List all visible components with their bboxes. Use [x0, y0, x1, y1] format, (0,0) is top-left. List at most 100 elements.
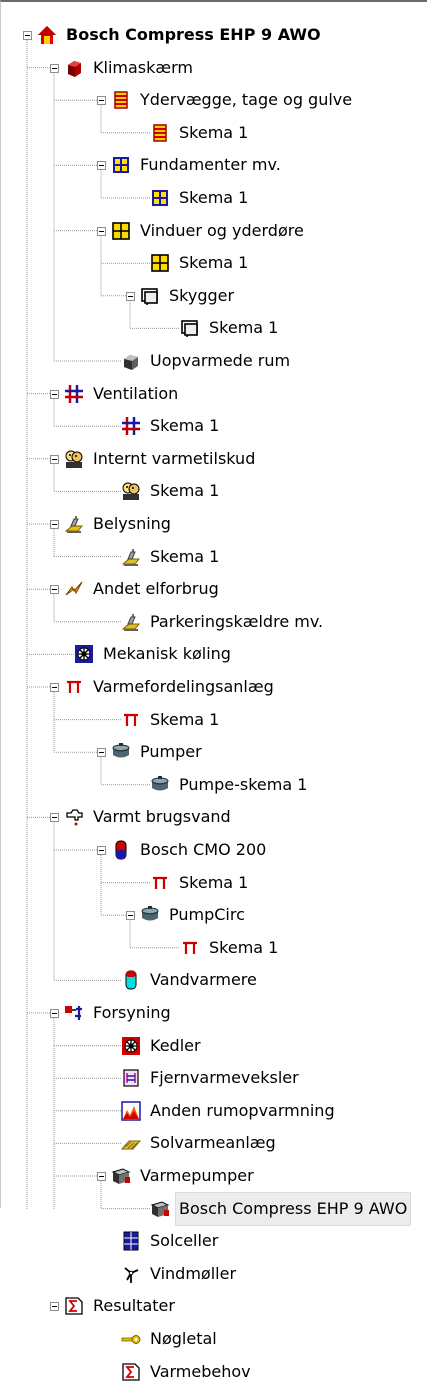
- tree-node-label[interactable]: Skema 1: [176, 247, 251, 279]
- collapse-toggle[interactable]: [50, 454, 59, 464]
- tree-node-varmefordelingsanlaeg[interactable]: Varmefordelingsanlæg: [1, 671, 427, 703]
- tree-node-label[interactable]: Skema 1: [147, 704, 222, 736]
- tree-node-label[interactable]: Klimaskærm: [90, 52, 196, 84]
- tree-node-label[interactable]: Nøgletal: [147, 1323, 220, 1355]
- tree-node-skema-1[interactable]: Skema 1: [1, 312, 427, 344]
- tree-node-parkeringskaeldre-mv[interactable]: Parkeringskældre mv.: [1, 606, 427, 638]
- collapse-toggle[interactable]: [50, 813, 59, 823]
- tree-node-label[interactable]: Skema 1: [147, 541, 222, 573]
- tree-node-bosch-compress-ehp-9-awo[interactable]: Bosch Compress EHP 9 AWO: [1, 1191, 427, 1226]
- tree-node-label[interactable]: Solvarmeanlæg: [147, 1127, 279, 1159]
- tree-node-label[interactable]: Bosch Compress EHP 9 AWO: [63, 19, 324, 51]
- tree-node-label[interactable]: Skema 1: [176, 867, 251, 899]
- collapse-toggle[interactable]: [97, 1172, 106, 1181]
- tree-node-bosch-cmo-200[interactable]: Bosch CMO 200: [1, 834, 427, 866]
- project-tree[interactable]: Bosch Compress EHP 9 AWO Klimaskærm Ydervæ…: [0, 0, 427, 1381]
- tree-node-skema-1[interactable]: Skema 1: [1, 247, 427, 279]
- tree-node-label[interactable]: Anden rumopvarmning: [147, 1095, 338, 1127]
- tree-node-varmepumper[interactable]: Varmepumper: [1, 1160, 427, 1192]
- collapse-toggle[interactable]: [97, 226, 106, 236]
- collapse-toggle[interactable]: [50, 520, 59, 529]
- tree-node-vinduer-og-yderdoere[interactable]: Vinduer og yderdøre: [1, 215, 427, 247]
- tree-node-label[interactable]: Parkeringskældre mv.: [147, 606, 326, 638]
- collapse-toggle[interactable]: [50, 389, 59, 399]
- tree-node-skema-1[interactable]: Skema 1: [1, 932, 427, 964]
- tree-node-skema-1[interactable]: Skema 1: [1, 182, 427, 214]
- collapse-toggle[interactable]: [23, 31, 32, 40]
- tree-node-skema-1[interactable]: Skema 1: [1, 475, 427, 507]
- tree-node-vindmoeller[interactable]: Vindmøller: [1, 1258, 427, 1290]
- tree-node-label[interactable]: Pumpe-skema 1: [176, 769, 310, 801]
- tree-node-label[interactable]: Varmt brugsvand: [90, 801, 234, 833]
- tree-node-ydervaegge-tage-og-gulve[interactable]: Ydervægge, tage og gulve: [1, 84, 427, 116]
- tree-node-fjernvarmeveksler[interactable]: Fjernvarmeveksler: [1, 1062, 427, 1094]
- collapse-toggle[interactable]: [97, 161, 106, 171]
- tree-node-label[interactable]: Forsyning: [90, 997, 174, 1029]
- tree-node-label[interactable]: Vindmøller: [147, 1258, 239, 1290]
- tree-node-skema-1[interactable]: Skema 1: [1, 541, 427, 573]
- tree-node-mekanisk-koeling[interactable]: Mekanisk køling: [1, 638, 427, 670]
- tree-node-label[interactable]: Uopvarmede rum: [147, 345, 293, 377]
- tree-node-varmebehov[interactable]: Varmebehov: [1, 1356, 427, 1388]
- tree-node-label[interactable]: Bosch CMO 200: [137, 834, 269, 866]
- tree-node-solceller[interactable]: Solceller: [1, 1225, 427, 1257]
- tree-node-uopvarmede-rum[interactable]: Uopvarmede rum: [1, 345, 427, 377]
- tree-node-kedler[interactable]: Kedler: [1, 1030, 427, 1062]
- collapse-toggle[interactable]: [97, 748, 106, 758]
- tree-node-label[interactable]: Skema 1: [206, 932, 281, 964]
- tree-node-skema-1[interactable]: Skema 1: [1, 117, 427, 149]
- tree-node-pumpcirc[interactable]: PumpCirc: [1, 899, 427, 931]
- tree-node-fundamenter-mv[interactable]: Fundamenter mv.: [1, 149, 427, 181]
- tree-node-label[interactable]: Ventilation: [90, 378, 181, 410]
- tree-node-label[interactable]: Solceller: [147, 1225, 221, 1257]
- collapse-toggle[interactable]: [126, 291, 135, 301]
- tree-node-label[interactable]: Skema 1: [176, 182, 251, 214]
- tree-node-pumpe-skema-1[interactable]: Pumpe-skema 1: [1, 769, 427, 801]
- tree-node-label[interactable]: Skema 1: [176, 117, 251, 149]
- tree-node-ventilation[interactable]: Ventilation: [1, 378, 427, 410]
- collapse-toggle[interactable]: [50, 1009, 59, 1018]
- tree-node-label[interactable]: Bosch Compress EHP 9 AWO: [174, 1191, 412, 1226]
- tree-node-skema-1[interactable]: Skema 1: [1, 410, 427, 442]
- collapse-toggle[interactable]: [126, 911, 135, 921]
- tree-node-label[interactable]: PumpCirc: [166, 899, 248, 931]
- tree-node-label[interactable]: Vandvarmere: [147, 964, 260, 996]
- tree-node-vandvarmere[interactable]: Vandvarmere: [1, 964, 427, 996]
- tree-node-label[interactable]: Skygger: [166, 280, 237, 312]
- tree-node-label[interactable]: Skema 1: [147, 410, 222, 442]
- tree-node-noegletal[interactable]: Nøgletal: [1, 1323, 427, 1355]
- tree-node-label[interactable]: Belysning: [90, 508, 174, 540]
- tree-node-skema-1[interactable]: Skema 1: [1, 704, 427, 736]
- tree-node-bosch-compress-ehp-9-awo[interactable]: Bosch Compress EHP 9 AWO: [1, 19, 427, 51]
- tree-node-skygger[interactable]: Skygger: [1, 280, 427, 312]
- collapse-toggle[interactable]: [50, 1302, 59, 1312]
- tree-node-label[interactable]: Fundamenter mv.: [137, 149, 284, 181]
- tree-node-label[interactable]: Varmebehov: [147, 1356, 254, 1388]
- tree-node-belysning[interactable]: Belysning: [1, 508, 427, 540]
- tree-node-label[interactable]: Andet elforbrug: [90, 573, 222, 605]
- collapse-toggle[interactable]: [50, 683, 59, 692]
- tree-node-label[interactable]: Skema 1: [206, 312, 281, 344]
- collapse-toggle[interactable]: [50, 63, 59, 73]
- tree-node-label[interactable]: Skema 1: [147, 475, 222, 507]
- tree-node-varmt-brugsvand[interactable]: Varmt brugsvand: [1, 801, 427, 833]
- tree-node-andet-elforbrug[interactable]: Andet elforbrug: [1, 573, 427, 605]
- tree-node-klimaskaerm[interactable]: Klimaskærm: [1, 52, 427, 84]
- tree-node-pumper[interactable]: Pumper: [1, 736, 427, 768]
- collapse-toggle[interactable]: [97, 96, 106, 106]
- tree-node-resultater[interactable]: Resultater: [1, 1290, 427, 1322]
- tree-node-label[interactable]: Mekanisk køling: [100, 638, 234, 670]
- tree-node-label[interactable]: Vinduer og yderdøre: [137, 215, 307, 247]
- tree-node-label[interactable]: Kedler: [147, 1030, 204, 1062]
- tree-node-label[interactable]: Varmefordelingsanlæg: [90, 671, 277, 703]
- tree-node-label[interactable]: Fjernvarmeveksler: [147, 1062, 302, 1094]
- collapse-toggle[interactable]: [50, 585, 59, 595]
- collapse-toggle[interactable]: [97, 846, 106, 855]
- tree-node-internt-varmetilskud[interactable]: Internt varmetilskud: [1, 443, 427, 475]
- tree-node-label[interactable]: Internt varmetilskud: [90, 443, 258, 475]
- tree-node-solvarmeanlaeg[interactable]: Solvarmeanlæg: [1, 1127, 427, 1159]
- tree-node-skema-1[interactable]: Skema 1: [1, 867, 427, 899]
- tree-node-label[interactable]: Ydervægge, tage og gulve: [137, 84, 355, 116]
- tree-node-label[interactable]: Pumper: [137, 736, 205, 768]
- tree-node-label[interactable]: Resultater: [90, 1290, 178, 1322]
